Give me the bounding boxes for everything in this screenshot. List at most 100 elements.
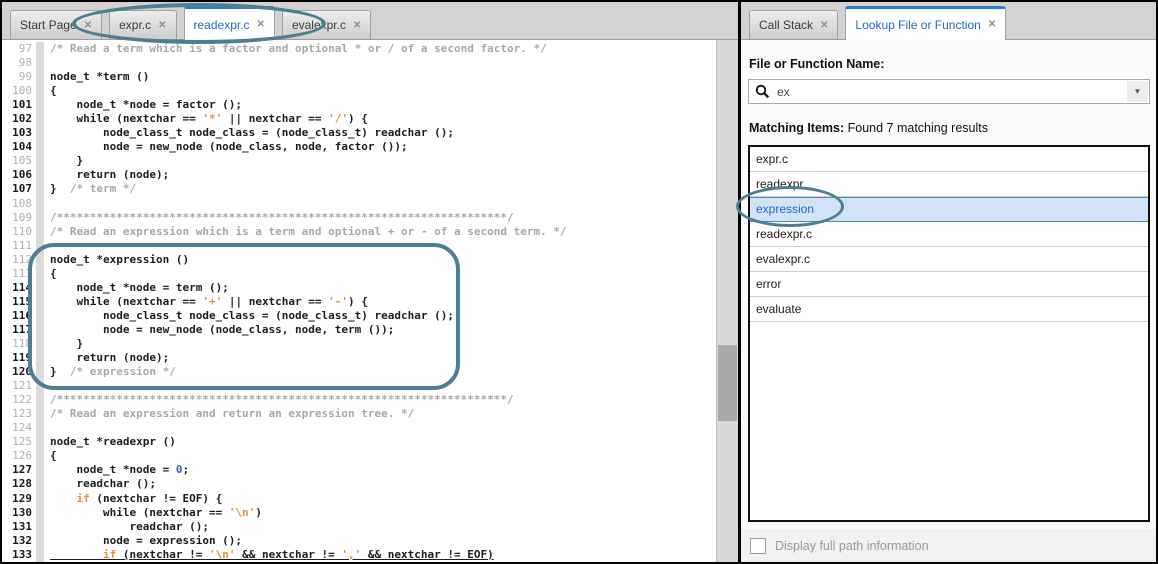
code-line-115: 115 while (nextchar == '+' || nextchar =… [2,295,717,309]
line-number[interactable]: 120 [2,365,36,379]
editor-vertical-scrollbar[interactable] [716,40,738,562]
code-line-118: 118 } [2,337,717,351]
gutter-strip [36,421,44,435]
line-number[interactable]: 105 [2,154,36,168]
gutter-strip [36,295,44,309]
code-text [44,421,50,435]
line-number[interactable]: 119 [2,351,36,365]
results-list: expr.creadexprexpressionreadexpr.cevalex… [748,145,1150,522]
close-icon[interactable]: ✕ [820,20,828,31]
code-line-117: 117 node = new_node (node_class, node, t… [2,323,717,337]
list-item-expression[interactable]: expression [750,197,1148,222]
editor-panel: Start Page✕expr.c✕readexpr.c✕evalexpr.c✕… [2,2,738,562]
code-line-132: 132 node = expression (); [2,534,717,548]
line-number[interactable]: 111 [2,239,36,253]
line-number[interactable]: 125 [2,435,36,449]
line-number[interactable]: 132 [2,534,36,548]
line-number[interactable]: 115 [2,295,36,309]
code-line-109: 109/************************************… [2,211,717,225]
close-icon[interactable]: ✕ [257,19,265,30]
line-number[interactable]: 112 [2,253,36,267]
gutter-strip [36,534,44,548]
code-line-122: 122/************************************… [2,393,717,407]
line-number[interactable]: 107 [2,182,36,196]
code-line-131: 131 readchar (); [2,520,717,534]
code-text: { [44,449,57,463]
search-input[interactable]: ex [777,85,790,99]
tab-expr-c[interactable]: expr.c✕ [109,10,176,39]
code-line-102: 102 while (nextchar == '*' || nextchar =… [2,112,717,126]
tab-label: Start Page [20,18,77,32]
code-line-106: 106 return (node); [2,168,717,182]
line-number[interactable]: 116 [2,309,36,323]
line-number[interactable]: 103 [2,126,36,140]
line-number[interactable]: 97 [2,42,36,56]
list-item-error[interactable]: error [750,272,1148,297]
close-icon[interactable]: ✕ [158,20,166,31]
line-number[interactable]: 108 [2,197,36,211]
line-number[interactable]: 114 [2,281,36,295]
code-editor[interactable]: 97/* Read a term which is a factor and o… [2,40,738,562]
tab-call-stack[interactable]: Call Stack ✕ [749,10,838,39]
code-text: node_class_t node_class = (node_class_t)… [44,309,454,323]
line-number[interactable]: 118 [2,337,36,351]
line-number[interactable]: 121 [2,379,36,393]
line-number[interactable]: 104 [2,140,36,154]
lookup-search-combo[interactable]: ex ▼ [748,79,1150,104]
line-number[interactable]: 99 [2,70,36,84]
code-text: node = expression (); [44,534,242,548]
editor-tabbar: Start Page✕expr.c✕readexpr.c✕evalexpr.c✕ [2,2,738,40]
close-icon[interactable]: ✕ [988,19,996,30]
options-strip: Display full path information [741,529,1156,562]
list-item-expr-c[interactable]: expr.c [750,147,1148,172]
tab-evalexpr-c[interactable]: evalexpr.c ✕ [282,10,371,39]
code-text: if (nextchar != EOF) { [44,492,222,506]
lookup-tabbar: Call Stack ✕ Lookup File or Function ✕ [741,2,1156,40]
line-number[interactable]: 131 [2,520,36,534]
line-number[interactable]: 128 [2,477,36,491]
line-number[interactable]: 110 [2,225,36,239]
gutter-strip [36,393,44,407]
tab-label: Call Stack [759,18,813,32]
display-full-path-checkbox[interactable] [750,538,766,554]
code-text: node = new_node (node_class, node, facto… [44,140,408,154]
dropdown-button[interactable]: ▼ [1127,81,1148,102]
tab-lookup-file-or-function[interactable]: Lookup File or Function ✕ [845,6,1006,40]
code-line-99: 99node_t *term () [2,70,717,84]
tab-label: Lookup File or Function [855,18,980,32]
line-number[interactable]: 133 [2,548,36,562]
line-number[interactable]: 106 [2,168,36,182]
code-line-107: 107} /* term */ [2,182,717,196]
list-item-readexpr[interactable]: readexpr [750,172,1148,197]
gutter-strip [36,463,44,477]
list-item-evalexpr-c[interactable]: evalexpr.c [750,247,1148,272]
line-number[interactable]: 98 [2,56,36,70]
line-number[interactable]: 100 [2,84,36,98]
gutter-strip [36,323,44,337]
tab-label: evalexpr.c [292,18,346,32]
line-number[interactable]: 101 [2,98,36,112]
tab-start-page[interactable]: Start Page ✕ [10,10,102,39]
line-number[interactable]: 109 [2,211,36,225]
line-number[interactable]: 117 [2,323,36,337]
list-item-readexpr-c[interactable]: readexpr.c [750,222,1148,247]
close-icon[interactable]: ✕ [84,20,92,31]
line-number[interactable]: 129 [2,492,36,506]
line-number[interactable]: 127 [2,463,36,477]
code-text [44,197,50,211]
code-lines[interactable]: 97/* Read a term which is a factor and o… [2,42,717,562]
code-line-129: 129 if (nextchar != EOF) { [2,492,717,506]
line-number[interactable]: 113 [2,267,36,281]
code-line-97: 97/* Read a term which is a factor and o… [2,42,717,56]
close-icon[interactable]: ✕ [353,20,361,31]
line-number[interactable]: 130 [2,506,36,520]
tab-readexpr-c[interactable]: readexpr.c✕ [184,6,275,40]
scrollbar-thumb[interactable] [718,345,737,421]
line-number[interactable]: 123 [2,407,36,421]
line-number[interactable]: 126 [2,449,36,463]
line-number[interactable]: 122 [2,393,36,407]
list-item-evaluate[interactable]: evaluate [750,297,1148,322]
line-number[interactable]: 124 [2,421,36,435]
code-line-114: 114 node_t *node = term (); [2,281,717,295]
line-number[interactable]: 102 [2,112,36,126]
